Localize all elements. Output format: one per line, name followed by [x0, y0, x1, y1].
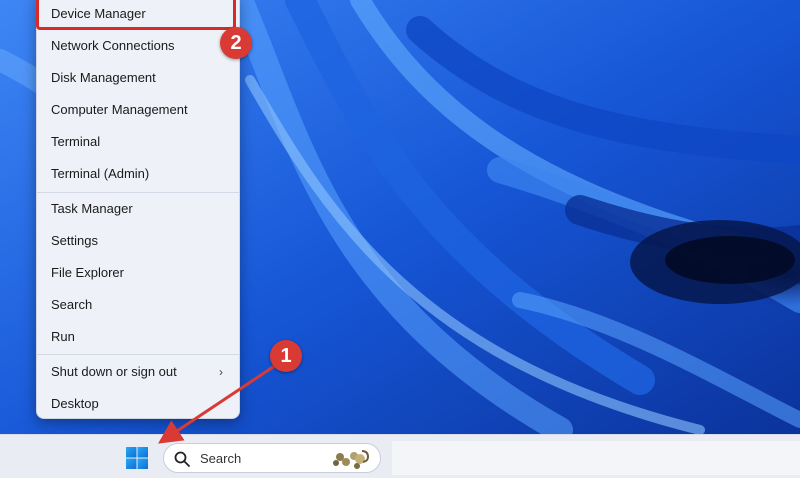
menu-item-settings[interactable]: Settings	[41, 226, 235, 256]
step-2-badge: 2	[220, 27, 252, 59]
menu-item-shut-down-or-sign-out[interactable]: Shut down or sign out ›	[41, 357, 235, 387]
menu-item-label: Search	[51, 297, 93, 312]
menu-item-task-manager[interactable]: Task Manager	[41, 194, 235, 224]
menu-separator	[37, 192, 239, 193]
menu-item-label: Computer Management	[51, 102, 188, 117]
search-placeholder: Search	[200, 451, 242, 466]
taskbar-search-box[interactable]: Search	[163, 443, 381, 473]
menu-item-terminal-admin[interactable]: Terminal (Admin)	[41, 159, 235, 189]
menu-item-desktop[interactable]: Desktop	[41, 389, 235, 419]
menu-item-device-manager[interactable]: Device Manager	[41, 0, 235, 29]
start-button[interactable]	[118, 443, 156, 473]
menu-item-label: Network Connections	[51, 38, 175, 53]
menu-item-label: Desktop	[51, 396, 99, 411]
menu-item-disk-management[interactable]: Disk Management	[41, 63, 235, 93]
taskbar: Search	[0, 434, 800, 478]
menu-item-label: Run	[51, 329, 75, 344]
menu-item-run[interactable]: Run	[41, 322, 235, 352]
menu-item-network-connections[interactable]: Network Connections	[41, 31, 235, 61]
menu-item-file-explorer[interactable]: File Explorer	[41, 258, 235, 288]
menu-separator	[37, 354, 239, 355]
menu-item-computer-management[interactable]: Computer Management	[41, 95, 235, 125]
search-highlight-illustration-icon	[333, 450, 370, 469]
taskbar-app-area	[392, 441, 800, 475]
menu-item-label: Shut down or sign out	[51, 364, 177, 379]
menu-item-label: Terminal	[51, 134, 101, 149]
menu-item-label: Terminal (Admin)	[51, 166, 150, 181]
menu-item-terminal[interactable]: Terminal	[41, 127, 235, 157]
chevron-right-icon: ›	[219, 365, 223, 379]
menu-item-label: Disk Management	[51, 70, 156, 85]
step-1-badge: 1	[270, 340, 302, 372]
menu-item-label: Settings	[51, 233, 98, 248]
windows-logo-icon	[126, 447, 148, 469]
menu-item-search[interactable]: Search	[41, 290, 235, 320]
menu-item-label: Device Manager	[51, 6, 146, 21]
menu-item-label: File Explorer	[51, 265, 124, 280]
search-icon	[174, 451, 190, 467]
menu-item-label: Task Manager	[51, 201, 133, 216]
winx-context-menu: Device Manager Network Connections Disk …	[36, 0, 240, 419]
